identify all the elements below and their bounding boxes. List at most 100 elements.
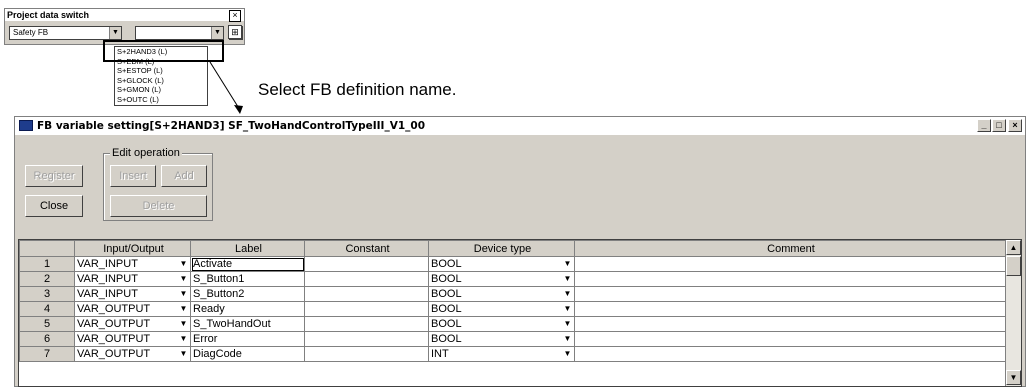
label-cell[interactable]: Activate	[190, 256, 305, 272]
row-number: 4	[19, 301, 75, 317]
comment-cell[interactable]	[574, 316, 1006, 332]
input-output-cell[interactable]: VAR_OUTPUT ▼	[74, 316, 191, 332]
callout-text: Select FB definition name.	[258, 80, 457, 99]
label-cell[interactable]: DiagCode	[190, 346, 305, 362]
chevron-down-icon[interactable]: ▼	[562, 318, 573, 330]
chevron-down-icon[interactable]: ▼	[562, 333, 573, 345]
vertical-scrollbar[interactable]: ▲ ▼	[1005, 240, 1021, 386]
device-type-cell[interactable]: BOOL ▼	[428, 256, 575, 272]
row-number: 5	[19, 316, 75, 332]
device-type-cell[interactable]: BOOL ▼	[428, 286, 575, 302]
device-type-value: BOOL	[431, 318, 462, 330]
chevron-down-icon[interactable]: ▼	[562, 288, 573, 300]
chevron-down-icon[interactable]: ▼	[562, 273, 573, 285]
device-type-cell[interactable]: BOOL ▼	[428, 271, 575, 287]
maximize-icon[interactable]: □	[992, 119, 1006, 132]
input-output-cell[interactable]: VAR_INPUT ▼	[74, 256, 191, 272]
constant-cell[interactable]	[304, 301, 429, 317]
input-output-value: VAR_INPUT	[77, 273, 138, 285]
input-output-cell[interactable]: VAR_OUTPUT ▼	[74, 331, 191, 347]
input-output-value: VAR_INPUT	[77, 288, 138, 300]
device-type-cell[interactable]: BOOL ▼	[428, 301, 575, 317]
row-number: 2	[19, 271, 75, 287]
chevron-down-icon[interactable]: ▼	[178, 303, 189, 315]
comment-header: Comment	[574, 240, 1006, 257]
close-icon[interactable]: ×	[1008, 119, 1022, 132]
input-output-header: Input/Output	[74, 240, 191, 257]
device-type-value: BOOL	[431, 333, 462, 345]
label-header: Label	[190, 240, 305, 257]
edit-operation-label: Edit operation	[110, 147, 182, 160]
constant-cell[interactable]	[304, 256, 429, 272]
constant-cell[interactable]	[304, 316, 429, 332]
comment-cell[interactable]	[574, 256, 1006, 272]
scroll-up-icon[interactable]: ▲	[1006, 240, 1021, 255]
table-row[interactable]: 2 VAR_INPUT ▼ S_Button1 BOOL ▼	[19, 271, 1006, 287]
constant-cell[interactable]	[304, 346, 429, 362]
chevron-down-icon[interactable]: ▼	[178, 333, 189, 345]
input-output-cell[interactable]: VAR_INPUT ▼	[74, 286, 191, 302]
chevron-down-icon[interactable]: ▼	[178, 258, 189, 270]
label-cell[interactable]: S_Button1	[190, 271, 305, 287]
header-row: Input/Output Label Constant Device type …	[19, 240, 1006, 257]
minimize-icon[interactable]: _	[977, 119, 991, 132]
label-cell[interactable]: S_Button2	[190, 286, 305, 302]
register-button[interactable]: Register	[25, 165, 83, 187]
comment-cell[interactable]	[574, 346, 1006, 362]
row-number: 3	[19, 286, 75, 302]
comment-cell[interactable]	[574, 286, 1006, 302]
table-row[interactable]: 4 VAR_OUTPUT ▼ Ready BOOL ▼	[19, 301, 1006, 317]
chevron-down-icon[interactable]: ▼	[562, 303, 573, 315]
device-type-value: INT	[431, 348, 449, 360]
device-type-value: BOOL	[431, 288, 462, 300]
table-row[interactable]: 3 VAR_INPUT ▼ S_Button2 BOOL ▼	[19, 286, 1006, 302]
comment-cell[interactable]	[574, 331, 1006, 347]
chevron-down-icon[interactable]: ▼	[178, 318, 189, 330]
device-type-cell[interactable]: BOOL ▼	[428, 331, 575, 347]
comment-cell[interactable]	[574, 271, 1006, 287]
constant-cell[interactable]	[304, 271, 429, 287]
device-type-cell[interactable]: BOOL ▼	[428, 316, 575, 332]
label-cell[interactable]: Error	[190, 331, 305, 347]
delete-button[interactable]: Delete	[110, 195, 207, 217]
constant-header: Constant	[304, 240, 429, 257]
scrollbar-thumb[interactable]	[1006, 256, 1021, 276]
input-output-cell[interactable]: VAR_OUTPUT ▼	[74, 301, 191, 317]
fb-variable-setting-window: FB variable setting[S+2HAND3] SF_TwoHand…	[14, 116, 1026, 387]
variable-grid: Input/Output Label Constant Device type …	[18, 239, 1022, 387]
row-number: 6	[19, 331, 75, 347]
table-row[interactable]: 5 VAR_OUTPUT ▼ S_TwoHandOut BOOL ▼	[19, 316, 1006, 332]
chevron-down-icon[interactable]: ▼	[562, 348, 573, 360]
chevron-down-icon[interactable]: ▼	[178, 288, 189, 300]
constant-cell[interactable]	[304, 331, 429, 347]
window-title: FB variable setting[S+2HAND3] SF_TwoHand…	[37, 120, 425, 132]
insert-button[interactable]: Insert	[110, 165, 156, 187]
table-row[interactable]: 7 VAR_OUTPUT ▼ DiagCode INT ▼	[19, 346, 1006, 362]
row-number: 1	[19, 256, 75, 272]
row-number-header	[19, 240, 75, 257]
device-type-value: BOOL	[431, 273, 462, 285]
comment-cell[interactable]	[574, 301, 1006, 317]
constant-cell[interactable]	[304, 286, 429, 302]
label-cell[interactable]: Ready	[190, 301, 305, 317]
close-button[interactable]: Close	[25, 195, 83, 217]
chevron-down-icon[interactable]: ▼	[562, 258, 573, 270]
input-output-cell[interactable]: VAR_INPUT ▼	[74, 271, 191, 287]
table-row[interactable]: 6 VAR_OUTPUT ▼ Error BOOL ▼	[19, 331, 1006, 347]
window-title-bar: FB variable setting[S+2HAND3] SF_TwoHand…	[15, 117, 1025, 135]
device-type-header: Device type	[428, 240, 575, 257]
scroll-down-icon[interactable]: ▼	[1006, 370, 1021, 385]
device-type-cell[interactable]: INT ▼	[428, 346, 575, 362]
input-output-value: VAR_OUTPUT	[77, 333, 151, 345]
device-type-value: BOOL	[431, 258, 462, 270]
label-cell[interactable]: S_TwoHandOut	[190, 316, 305, 332]
input-output-value: VAR_INPUT	[77, 258, 138, 270]
input-output-value: VAR_OUTPUT	[77, 348, 151, 360]
input-output-cell[interactable]: VAR_OUTPUT ▼	[74, 346, 191, 362]
chevron-down-icon[interactable]: ▼	[178, 273, 189, 285]
chevron-down-icon[interactable]: ▼	[178, 348, 189, 360]
add-button[interactable]: Add	[161, 165, 207, 187]
input-output-value: VAR_OUTPUT	[77, 303, 151, 315]
table-row[interactable]: 1 VAR_INPUT ▼ Activate BOOL ▼	[19, 256, 1006, 272]
device-type-value: BOOL	[431, 303, 462, 315]
